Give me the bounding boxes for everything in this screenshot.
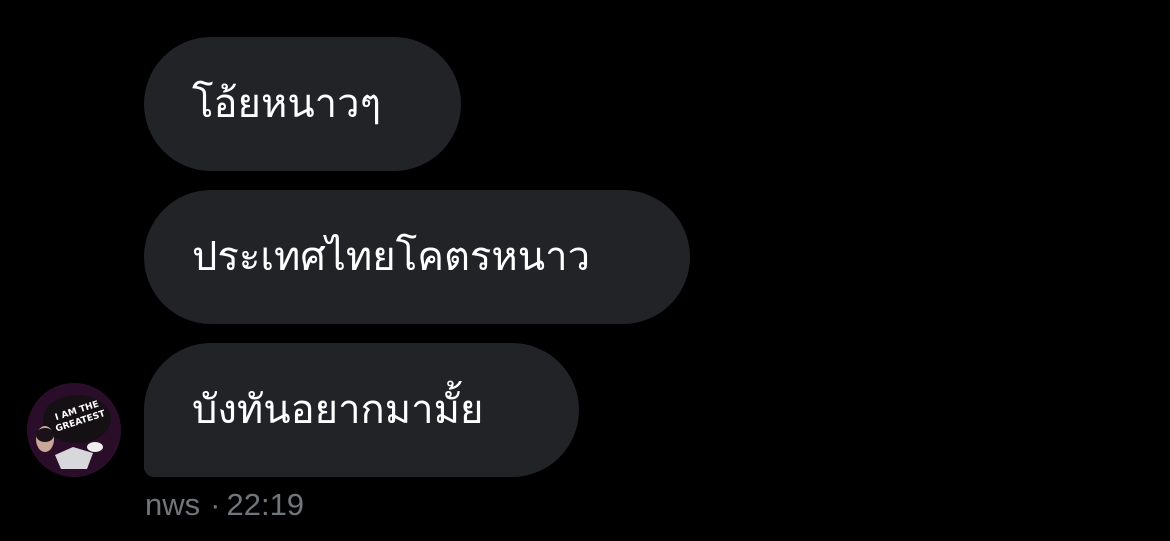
message-text: โอ้ยหนาวๆ bbox=[192, 81, 382, 127]
avatar[interactable]: I AM THE GREATEST bbox=[27, 383, 121, 477]
message-meta: nws · 22:19 bbox=[145, 487, 304, 523]
timestamp: 22:19 bbox=[226, 487, 305, 522]
avatar-image: I AM THE GREATEST bbox=[27, 383, 121, 477]
sender-name[interactable]: nws bbox=[145, 487, 200, 522]
separator: · bbox=[210, 487, 221, 522]
message-text: ประเทศไทยโคตรหนาว bbox=[192, 234, 591, 280]
message-bubble[interactable]: บังทันอยากมามั้ย bbox=[144, 343, 579, 477]
message-text: บังทันอยากมามั้ย bbox=[192, 387, 484, 433]
message-bubble[interactable]: โอ้ยหนาวๆ bbox=[144, 37, 461, 171]
message-bubble[interactable]: ประเทศไทยโคตรหนาว bbox=[144, 190, 690, 324]
